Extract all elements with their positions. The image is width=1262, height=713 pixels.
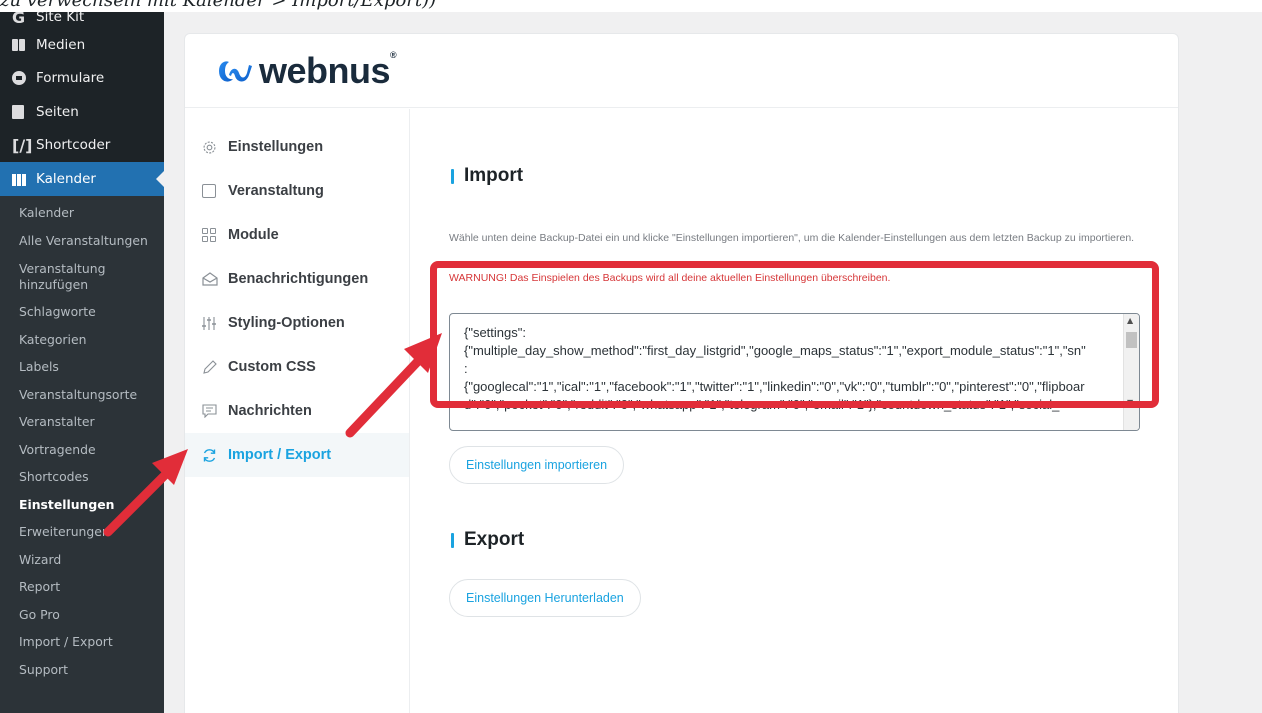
submenu-item-support[interactable]: Support bbox=[0, 656, 164, 684]
g-icon: G bbox=[12, 12, 26, 27]
envelope-icon bbox=[202, 272, 228, 286]
pencil-icon bbox=[202, 359, 228, 375]
export-title: Export bbox=[451, 529, 524, 551]
submenu-item-report[interactable]: Report bbox=[0, 574, 164, 602]
import-description: Wähle unten deine Backup-Datei ein und k… bbox=[449, 232, 1135, 244]
nav-label: Custom CSS bbox=[228, 359, 316, 375]
menu-item-shortcoder[interactable]: [/] Shortcoder bbox=[0, 129, 164, 163]
nav-label: Nachrichten bbox=[228, 403, 312, 419]
menu-label: Site Kit bbox=[36, 12, 85, 25]
media-icon bbox=[12, 38, 36, 51]
calendar-icon bbox=[12, 172, 36, 186]
nav-item-module[interactable]: Module bbox=[185, 213, 409, 257]
nav-label: Module bbox=[228, 227, 279, 243]
submenu-item-einstellungen[interactable]: Einstellungen bbox=[0, 491, 164, 519]
nav-label: Benachrichtigungen bbox=[228, 271, 369, 287]
grid-icon bbox=[202, 228, 228, 242]
submenu-item-alle-veranstaltungen[interactable]: Alle Veranstaltungen bbox=[0, 227, 164, 255]
caption-text: zu verwechseln mit Kalender > Import/Exp… bbox=[0, 0, 437, 11]
wp-admin-sidebar: G Site Kit Medien Formulare Seiten [/] S… bbox=[0, 12, 164, 713]
nav-item-nachrichten[interactable]: Nachrichten bbox=[185, 389, 409, 433]
trademark-mark: ® bbox=[390, 49, 397, 60]
submenu-item-shortcodes[interactable]: Shortcodes bbox=[0, 464, 164, 492]
menu-label: Kalender bbox=[36, 170, 96, 187]
submenu-item-import-export[interactable]: Import / Export bbox=[0, 629, 164, 657]
nav-item-custom-css[interactable]: Custom CSS bbox=[185, 345, 409, 389]
import-settings-button[interactable]: Einstellungen importieren bbox=[449, 446, 625, 484]
import-warning: WARNUNG! Das Einspielen des Backups wird… bbox=[449, 272, 891, 284]
logo-header: webnus® bbox=[185, 34, 1178, 108]
menu-item-seiten[interactable]: Seiten bbox=[0, 95, 164, 129]
sliders-icon bbox=[202, 316, 228, 331]
scroll-up-icon[interactable]: ▲ bbox=[1127, 316, 1133, 325]
menu-label: Seiten bbox=[36, 103, 79, 120]
nav-item-import-export[interactable]: Import / Export bbox=[185, 433, 409, 477]
nav-item-veranstaltung[interactable]: Veranstaltung bbox=[185, 169, 409, 213]
submenu-item-kategorien[interactable]: Kategorien bbox=[0, 326, 164, 354]
import-export-content: Import Wähle unten deine Backup-Datei ei… bbox=[411, 109, 1178, 713]
submenu-item-labels[interactable]: Labels bbox=[0, 354, 164, 382]
submenu-item-wizard[interactable]: Wizard bbox=[0, 546, 164, 574]
calendar-icon bbox=[202, 184, 228, 198]
caption-strip: zu verwechseln mit Kalender > Import/Exp… bbox=[0, 0, 1262, 12]
nav-label: Import / Export bbox=[228, 447, 332, 463]
submenu-item-schlagworte[interactable]: Schlagworte bbox=[0, 299, 164, 327]
submenu-item-veranstaltungsorte[interactable]: Veranstaltungsorte bbox=[0, 381, 164, 409]
webnus-logo-text: webnus® bbox=[259, 49, 397, 92]
scroll-down-icon[interactable]: ▼ bbox=[1127, 398, 1133, 407]
submenu-item-veranstalter[interactable]: Veranstalter bbox=[0, 409, 164, 437]
menu-item-medien[interactable]: Medien bbox=[0, 28, 164, 62]
nav-label: Veranstaltung bbox=[228, 183, 324, 199]
shortcode-icon: [/] bbox=[12, 135, 33, 155]
message-icon bbox=[202, 404, 228, 418]
menu-item-site-kit[interactable]: G Site Kit bbox=[0, 12, 164, 28]
gear-icon bbox=[202, 140, 228, 155]
nav-item-benachrichtigungen[interactable]: Benachrichtigungen bbox=[185, 257, 409, 301]
menu-item-formulare[interactable]: Formulare bbox=[0, 62, 164, 96]
settings-panel: webnus® Einstellungen Veranstaltung Modu… bbox=[184, 33, 1179, 713]
submenu-item-veranstaltung-hinzufuegen[interactable]: Veranstaltung hinzufügen bbox=[0, 255, 164, 299]
menu-label: Shortcoder bbox=[36, 137, 111, 154]
import-textarea[interactable]: {"settings": {"multiple_day_show_method"… bbox=[449, 313, 1140, 431]
kalender-submenu: Kalender Alle Veranstaltungen Veranstalt… bbox=[0, 195, 164, 713]
scroll-thumb[interactable] bbox=[1126, 332, 1137, 348]
download-settings-button[interactable]: Einstellungen Herunterladen bbox=[449, 579, 641, 617]
webnus-logo-icon bbox=[219, 60, 252, 82]
submenu-item-go-pro[interactable]: Go Pro bbox=[0, 601, 164, 629]
import-textarea-value: {"settings": {"multiple_day_show_method"… bbox=[464, 325, 1086, 412]
brand-name: webnus bbox=[259, 49, 391, 91]
pages-icon bbox=[12, 104, 36, 119]
webnus-logo: webnus® bbox=[215, 49, 397, 92]
nav-label: Styling-Optionen bbox=[228, 315, 345, 331]
sync-icon bbox=[202, 448, 228, 463]
import-title: Import bbox=[451, 165, 523, 187]
menu-label: Formulare bbox=[36, 70, 105, 87]
submenu-item-kalender[interactable]: Kalender bbox=[0, 200, 164, 228]
textarea-scrollbar[interactable]: ▲ ▼ bbox=[1123, 314, 1139, 430]
menu-label: Medien bbox=[36, 36, 86, 53]
submenu-item-erweiterungen[interactable]: Erweiterungen bbox=[0, 519, 164, 547]
settings-side-nav: Einstellungen Veranstaltung Module Benac… bbox=[185, 109, 410, 713]
nav-item-styling-optionen[interactable]: Styling-Optionen bbox=[185, 301, 409, 345]
forms-icon bbox=[12, 71, 36, 86]
menu-item-kalender[interactable]: Kalender bbox=[0, 162, 164, 196]
nav-item-einstellungen[interactable]: Einstellungen bbox=[185, 125, 409, 169]
submenu-item-vortragende[interactable]: Vortragende bbox=[0, 436, 164, 464]
nav-label: Einstellungen bbox=[228, 139, 324, 155]
